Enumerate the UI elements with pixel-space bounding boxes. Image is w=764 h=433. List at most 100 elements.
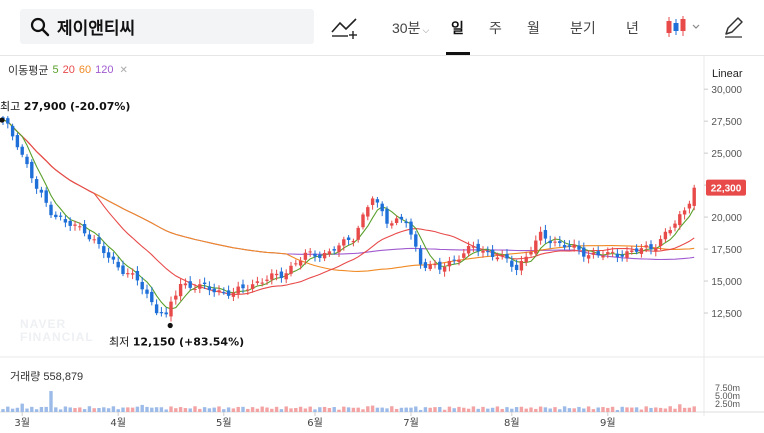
candle-body [572, 244, 576, 248]
volume-bar [423, 407, 428, 412]
candle-body [169, 301, 173, 317]
volume-bar [313, 409, 317, 412]
candle-body [298, 260, 303, 266]
candle-body [625, 251, 629, 258]
volume-bar [534, 408, 538, 412]
volume-bar [414, 406, 418, 412]
candle-body [442, 266, 447, 272]
volume-bar [126, 407, 130, 412]
volume-bar [524, 408, 528, 412]
period-month[interactable]: 월 [527, 18, 540, 38]
volume-bar [572, 408, 576, 412]
period-quarter[interactable]: 분기 [570, 18, 596, 38]
volume-tick-label: 2.50m [715, 399, 740, 409]
volume-bar [490, 407, 495, 412]
candle-body [126, 273, 130, 275]
period-day[interactable]: 일 [451, 18, 464, 38]
volume-bar [601, 407, 605, 412]
candle-body [606, 252, 610, 255]
candle-body [222, 292, 226, 294]
volume-bar [130, 407, 135, 412]
y-tick-label: 17,500 [711, 245, 742, 256]
pencil-icon[interactable] [722, 15, 744, 39]
candle-body [409, 221, 413, 235]
candle-body [423, 262, 428, 268]
volume-bar [332, 407, 336, 412]
volume-bar [438, 406, 442, 412]
candle-body [682, 210, 687, 215]
y-tick-label: 20,000 [711, 213, 742, 224]
candle-body [250, 284, 255, 289]
candle-body [270, 273, 274, 280]
candle-body [102, 246, 106, 254]
volume-bar [68, 407, 72, 412]
volume-bar [97, 408, 101, 412]
candle-body [226, 290, 231, 296]
candle-body [150, 291, 154, 303]
period-30min[interactable]: 30분 ⌵ [392, 18, 429, 38]
candle-body [289, 265, 293, 274]
candle-body [668, 230, 672, 234]
candle-body [39, 189, 44, 193]
stock-search-box[interactable]: 제이앤티씨 [20, 9, 314, 44]
candle-body [596, 251, 600, 256]
ma-20-line [2, 119, 695, 296]
candle-body [20, 146, 24, 155]
candle-body [279, 271, 284, 278]
volume-bar [92, 408, 96, 412]
candle-body [68, 220, 72, 226]
candle-body [308, 251, 312, 253]
ma-60-line [2, 119, 695, 272]
volume-bar [145, 406, 149, 412]
candle-body [130, 273, 135, 275]
candle-body [366, 207, 370, 217]
volume-bar [553, 407, 557, 412]
volume-bar [183, 408, 188, 412]
candle-body [510, 260, 514, 267]
candle-body [548, 240, 552, 244]
volume-bar [663, 408, 668, 412]
volume-bar [10, 408, 15, 412]
volume-bar [265, 407, 269, 412]
volume-bar [236, 406, 240, 412]
volume-bar [250, 407, 255, 412]
candle-body [586, 255, 591, 259]
candle-body [562, 245, 567, 248]
period-year[interactable]: 년 [626, 18, 639, 38]
candle-body [567, 245, 572, 247]
volume-bar [202, 407, 207, 412]
volume-bar [678, 404, 682, 412]
candle-body [73, 224, 77, 226]
price-chart[interactable]: 12,50015,00017,50020,00022,50025,00027,5… [0, 56, 764, 433]
candle-body [212, 288, 216, 293]
candle-body [433, 263, 437, 266]
volume-bar [639, 409, 644, 412]
volume-bar [20, 403, 24, 412]
candle-body [15, 135, 20, 148]
candle-body [346, 237, 351, 241]
volume-bar [73, 408, 77, 412]
candle-body [34, 179, 39, 189]
volume-bar [121, 407, 125, 412]
candle-body [164, 312, 168, 315]
candle-body [178, 284, 183, 297]
volume-bar [634, 407, 639, 412]
candle-body [10, 125, 15, 137]
candle-body [543, 230, 548, 239]
volume-bar [366, 406, 370, 412]
volume-bar [510, 408, 514, 412]
volume-bar [318, 407, 322, 412]
candle-body [188, 281, 192, 288]
candle-body [591, 252, 596, 255]
volume-bar [308, 406, 312, 412]
last-price-label: 22,300 [711, 184, 742, 195]
candlestick-type-icon[interactable] [664, 14, 704, 40]
candle-body [332, 249, 336, 251]
period-week[interactable]: 주 [489, 18, 502, 38]
indicator-add-icon[interactable] [330, 14, 360, 40]
volume-bar [409, 407, 413, 412]
low-annotation: 최저 12,150 (+83.54%) [109, 336, 244, 349]
candle-body [452, 259, 456, 261]
candle-body [231, 292, 236, 297]
volume-bar [673, 408, 677, 412]
